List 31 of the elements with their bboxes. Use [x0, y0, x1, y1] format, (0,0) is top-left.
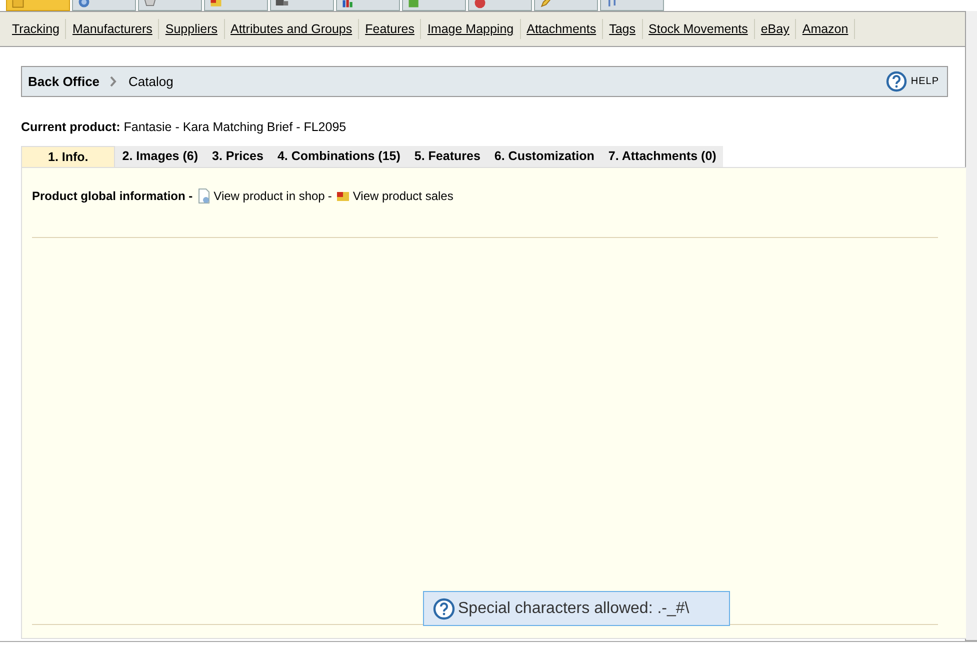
sub-nav-link[interactable]: Amazon: [796, 19, 856, 39]
product-tab[interactable]: 2. Images (6): [115, 146, 206, 167]
sub-nav-link[interactable]: Image Mapping: [421, 19, 521, 39]
section-title: Product global information -: [32, 189, 193, 203]
product-tab[interactable]: 3. Prices: [205, 146, 270, 167]
product-tab[interactable]: 7. Attachments (0): [601, 146, 724, 167]
view-link[interactable]: View product in shop: [196, 188, 325, 204]
help-icon: [433, 598, 455, 620]
product-tab[interactable]: 4. Combinations (15): [270, 146, 408, 167]
sub-nav-link[interactable]: Stock Movements: [642, 19, 755, 39]
help-icon: [886, 71, 907, 92]
current-product: Current product: Fantasie - Kara Matching Brief - FL2095: [21, 120, 348, 134]
sub-nav-link[interactable]: eBay: [754, 19, 796, 39]
sub-nav-link[interactable]: Manufacturers: [66, 19, 160, 39]
product-tab[interactable]: 1. Info.: [21, 146, 116, 167]
product-tab[interactable]: 5. Features: [407, 146, 488, 167]
sub-nav-link[interactable]: Attributes and Groups: [224, 19, 360, 39]
view-link[interactable]: View product sales: [334, 188, 454, 204]
sub-nav-link[interactable]: Attachments: [520, 19, 604, 39]
chevron-icon: [110, 76, 117, 87]
help-link[interactable]: HELP: [886, 71, 939, 92]
sub-nav-link[interactable]: Features: [359, 19, 422, 39]
sub-nav-link[interactable]: Tracking: [6, 19, 66, 39]
tooltip: Special characters allowed: .-_#\: [423, 591, 730, 626]
breadcrumb-item: Catalog: [128, 74, 174, 89]
breadcrumb-item[interactable]: Back Office: [28, 74, 100, 89]
sub-nav-link[interactable]: Suppliers: [159, 19, 224, 39]
sub-nav-link[interactable]: Tags: [603, 19, 643, 39]
product-tab[interactable]: 6. Customization: [487, 146, 602, 167]
separator-text: -: [328, 189, 332, 203]
page-icon: [196, 188, 212, 204]
